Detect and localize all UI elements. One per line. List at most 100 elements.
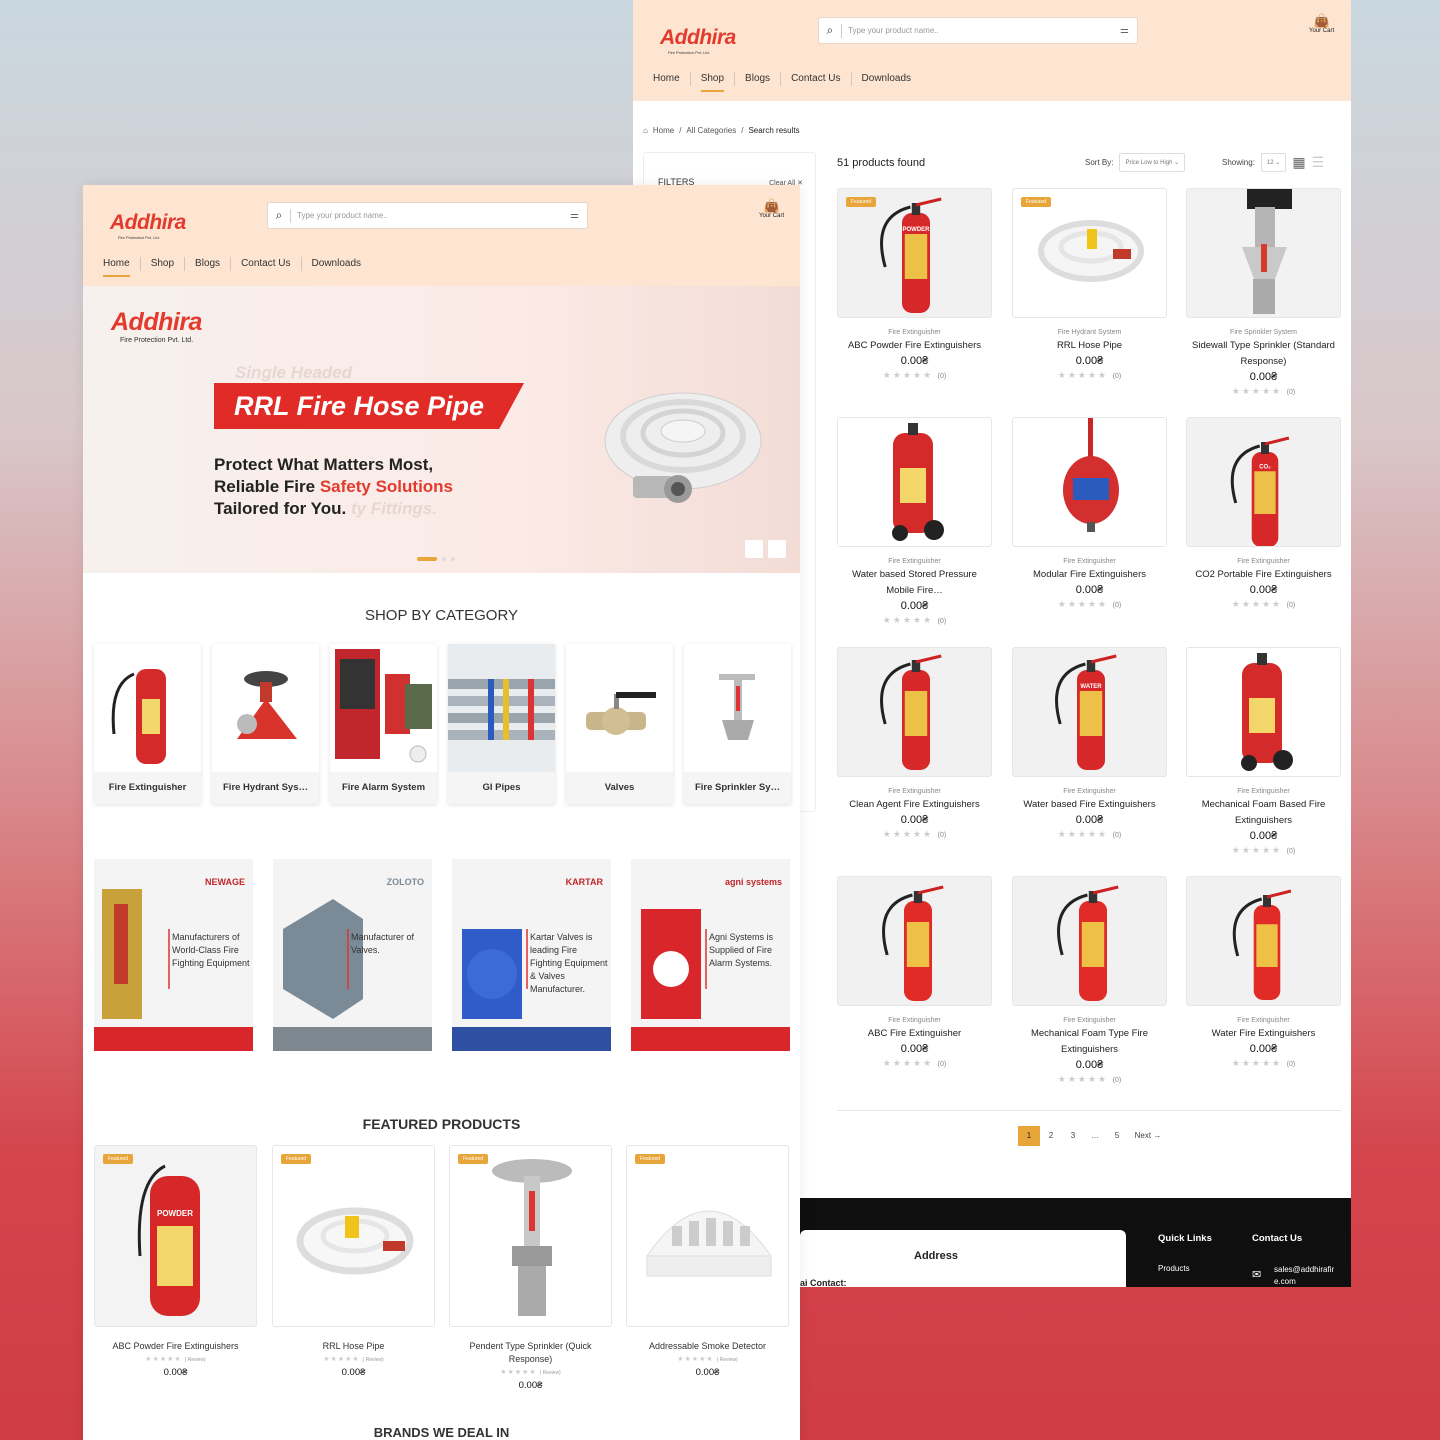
product-name[interactable]: Mechanical Foam Based Fire Extinguishers [1186,797,1341,829]
product-image[interactable]: Featured [1012,188,1167,318]
featured-product-image[interactable]: Featured [272,1145,435,1327]
slider-dot-active[interactable] [417,557,437,561]
featured-product-card[interactable]: Featured Pendent Type Sprinkler (Quick R… [449,1145,612,1391]
search-input[interactable]: Type your product name.. [848,26,1120,35]
product-card[interactable]: CO₂ Fire Extinguisher CO2 Portable Fire … [1186,417,1341,610]
product-category[interactable]: Fire Extinguisher [837,788,992,795]
page-5[interactable]: 5 [1106,1126,1128,1146]
product-card[interactable]: Fire Extinguisher Water based Stored Pre… [837,417,992,626]
featured-product-name[interactable]: RRL Hose Pipe [272,1340,435,1353]
nav-contact[interactable]: Contact Us [781,72,852,86]
nav-blogs[interactable]: Blogs [185,257,232,271]
product-name[interactable]: ABC Fire Extinguisher [837,1026,992,1042]
product-category[interactable]: Fire Extinguisher [837,1017,992,1024]
category-image[interactable] [330,644,437,772]
featured-product-name[interactable]: Pendent Type Sprinkler (Quick Response) [449,1340,612,1366]
product-name[interactable]: RRL Hose Pipe [1012,338,1167,354]
list-view-icon[interactable]: ☰ [1312,154,1325,171]
product-name[interactable]: Clean Agent Fire Extinguishers [837,797,992,813]
featured-product-card[interactable]: Featured Addressable Smoke Detector ★★★★… [626,1145,789,1378]
brand-logo[interactable]: Addhira Fire Protection Pvt. Ltd. [660,26,736,55]
page-1[interactable]: 1 [1018,1126,1040,1146]
cart-button[interactable]: 👜 Your Cart [1309,14,1334,35]
search-bar[interactable]: ⌕ Type your product name.. ⚌ [267,202,588,229]
next-page-button[interactable]: Next → [1128,1126,1168,1146]
featured-product-name[interactable]: Addressable Smoke Detector [626,1340,789,1353]
product-image[interactable] [837,647,992,777]
featured-product-image[interactable]: Featured [626,1145,789,1327]
page-3[interactable]: 3 [1062,1126,1084,1146]
category-card[interactable]: Fire Hydrant Sys… [212,644,319,804]
featured-product-image[interactable]: POWDER Featured [94,1145,257,1327]
product-category[interactable]: Fire Extinguisher [1012,788,1167,795]
breadcrumb-categories[interactable]: All Categories [686,126,736,135]
footer-email[interactable]: sales@addhirafire.com [1274,1264,1338,1287]
product-image[interactable] [1012,876,1167,1006]
product-category[interactable]: Fire Extinguisher [1012,1017,1167,1024]
product-card[interactable]: Fire Sprinkler System Sidewall Type Spri… [1186,188,1341,397]
footer-link-products[interactable]: Products [1158,1264,1190,1273]
category-image[interactable] [212,644,319,772]
category-card[interactable]: GI Pipes [448,644,555,804]
category-label[interactable]: Valves [566,772,673,804]
product-card[interactable]: Fire Extinguisher ABC Fire Extinguisher … [837,876,992,1069]
product-card[interactable]: Fire Extinguisher Mechanical Foam Type F… [1012,876,1167,1085]
slider-next-button[interactable] [768,540,786,558]
product-name[interactable]: CO2 Portable Fire Extinguishers [1186,567,1341,583]
product-card[interactable]: Fire Extinguisher Modular Fire Extinguis… [1012,417,1167,610]
product-image[interactable] [1012,417,1167,547]
nav-downloads[interactable]: Downloads [302,257,371,271]
search-icon[interactable]: ⌕ [268,208,290,223]
product-category[interactable]: Fire Extinguisher [1186,788,1341,795]
product-category[interactable]: Fire Extinguisher [1012,558,1167,565]
filter-icon[interactable]: ⚌ [570,210,579,221]
product-image[interactable] [1186,876,1341,1006]
search-input[interactable]: Type your product name.. [297,211,570,220]
product-category[interactable]: Fire Extinguisher [837,558,992,565]
product-card[interactable]: Fire Extinguisher Water Fire Extinguishe… [1186,876,1341,1069]
product-category[interactable]: Fire Sprinkler System [1186,329,1341,336]
brand-card[interactable]: agni systems Agni Systems is Supplied of… [631,859,790,1051]
category-card[interactable]: Fire Extinguisher [94,644,201,804]
category-image[interactable] [684,644,791,772]
nav-home[interactable]: Home [643,72,691,86]
product-card[interactable]: Fire Extinguisher Clean Agent Fire Extin… [837,647,992,840]
product-card[interactable]: Featured Fire Hydrant System RRL Hose Pi… [1012,188,1167,381]
featured-product-card[interactable]: POWDER Featured ABC Powder Fire Extingui… [94,1145,257,1378]
hero-slider[interactable]: Addhira Fire Protection Pvt. Ltd. Single… [83,286,800,573]
product-name[interactable]: Water based Stored Pressure Mobile Fire… [837,567,992,599]
category-label[interactable]: GI Pipes [448,772,555,804]
slider-dot[interactable] [451,557,455,561]
slider-prev-button[interactable] [745,540,763,558]
product-image[interactable] [837,876,992,1006]
nav-contact[interactable]: Contact Us [231,257,302,271]
grid-view-icon[interactable]: ▦ [1292,154,1305,171]
product-image[interactable] [1186,188,1341,318]
product-name[interactable]: Modular Fire Extinguishers [1012,567,1167,583]
search-bar[interactable]: ⌕ Type your product name.. ⚌ [818,17,1138,44]
product-image[interactable]: WATER [1012,647,1167,777]
page-2[interactable]: 2 [1040,1126,1062,1146]
slider-dot[interactable] [442,557,446,561]
product-name[interactable]: ABC Powder Fire Extinguishers [837,338,992,354]
featured-product-card[interactable]: Featured RRL Hose Pipe ★★★★★ ( Review) 0… [272,1145,435,1378]
sort-select[interactable]: Price Low to High ⌄ [1119,153,1186,172]
category-image[interactable] [94,644,201,772]
nav-shop[interactable]: Shop [691,72,736,92]
brand-logo[interactable]: Addhira Fire Protection Pvt. Ltd. [110,211,186,240]
product-category[interactable]: Fire Extinguisher [1186,558,1341,565]
category-label[interactable]: Fire Extinguisher [94,772,201,804]
product-category[interactable]: Fire Extinguisher [837,329,992,336]
search-icon[interactable]: ⌕ [819,23,841,38]
category-card[interactable]: Fire Sprinkler Sy… [684,644,791,804]
category-label[interactable]: Fire Hydrant Sys… [212,772,319,804]
product-image[interactable]: CO₂ [1186,417,1341,547]
brand-card[interactable]: KARTAR Kartar Valves is leading Fire Fig… [452,859,611,1051]
product-category[interactable]: Fire Hydrant System [1012,329,1167,336]
product-name[interactable]: Mechanical Foam Type Fire Extinguishers [1012,1026,1167,1058]
brand-card[interactable]: NEWAGE Manufacturers of World-Class Fire… [94,859,253,1051]
product-name[interactable]: Water based Fire Extinguishers [1012,797,1167,813]
product-card[interactable]: POWDER Featured Fire Extinguisher ABC Po… [837,188,992,381]
nav-shop[interactable]: Shop [141,257,186,271]
cart-button[interactable]: 👜 Your Cart [759,199,784,220]
